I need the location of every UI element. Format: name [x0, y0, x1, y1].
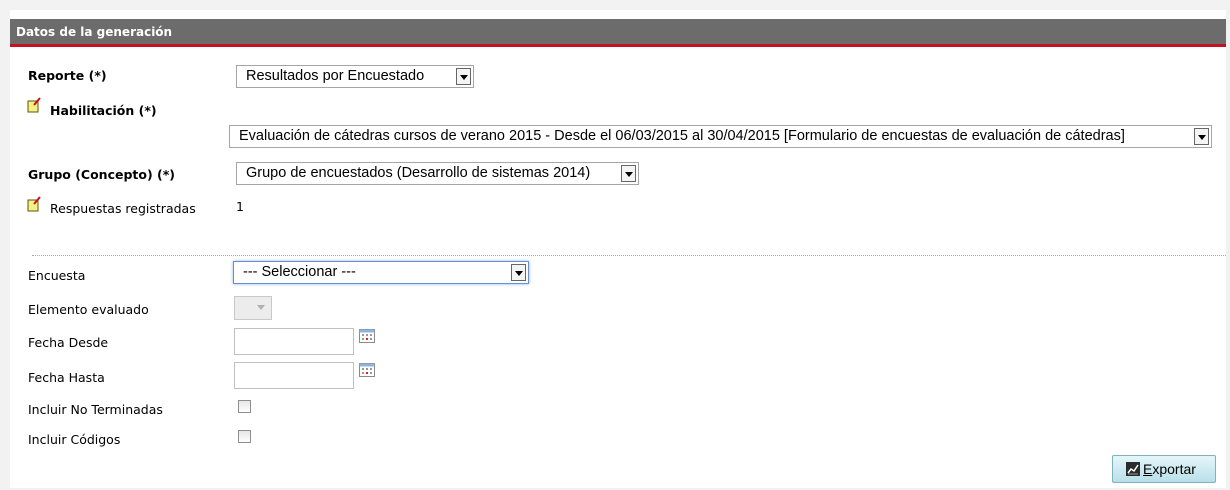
codigos-label: Incluir Códigos — [28, 432, 121, 447]
respuestas-label: Respuestas registradas — [50, 201, 196, 216]
grupo-select[interactable]: Grupo de encuestados (Desarrollo de sist… — [236, 162, 639, 185]
chevron-down-icon[interactable] — [511, 264, 526, 281]
chevron-down-icon[interactable] — [1194, 128, 1209, 145]
elemento-label: Elemento evaluado — [28, 302, 149, 317]
reporte-select[interactable]: Resultados por Encuestado — [236, 65, 474, 88]
grupo-value: Grupo de encuestados (Desarrollo de sist… — [246, 165, 591, 181]
habilitacion-select[interactable]: Evaluación de cátedras cursos de verano … — [229, 125, 1212, 148]
encuesta-label: Encuesta — [28, 268, 86, 283]
divider — [32, 255, 1226, 256]
chevron-down-icon — [254, 299, 269, 316]
no-terminadas-label: Incluir No Terminadas — [28, 402, 163, 417]
section-header: Datos de la generación — [10, 19, 1226, 47]
encuesta-select[interactable]: --- Seleccionar --- — [233, 261, 529, 284]
habilitacion-value: Evaluación de cátedras cursos de verano … — [239, 128, 1125, 144]
fecha-desde-input[interactable] — [234, 328, 354, 355]
reporte-label: Reporte (*) — [28, 68, 107, 83]
chart-icon — [1126, 462, 1140, 476]
habilitacion-label: Habilitación (*) — [50, 103, 157, 118]
section-title: Datos de la generación — [16, 25, 173, 39]
codigos-checkbox[interactable] — [238, 430, 251, 443]
calendar-icon[interactable] — [359, 329, 375, 343]
form-panel: Datos de la generación Reporte (*) Resul… — [10, 10, 1226, 488]
fecha-desde-label: Fecha Desde — [28, 335, 109, 350]
export-label-rest: xportar — [1152, 461, 1196, 477]
fecha-hasta-label: Fecha Hasta — [28, 370, 105, 385]
encuesta-value: --- Seleccionar --- — [243, 264, 356, 280]
export-label: Exportar — [1143, 461, 1196, 477]
note-icon — [27, 196, 41, 212]
chevron-down-icon[interactable] — [621, 165, 636, 182]
reporte-value: Resultados por Encuestado — [246, 68, 425, 84]
no-terminadas-checkbox[interactable] — [238, 400, 251, 413]
export-button[interactable]: Exportar — [1112, 455, 1216, 483]
note-icon — [27, 97, 41, 113]
chevron-down-icon[interactable] — [456, 68, 471, 85]
elemento-select[interactable] — [234, 296, 272, 320]
export-label-accesskey: E — [1143, 461, 1153, 477]
grupo-label: Grupo (Concepto) (*) — [28, 167, 176, 182]
fecha-hasta-input[interactable] — [234, 362, 354, 389]
respuestas-value: 1 — [236, 199, 244, 214]
calendar-icon[interactable] — [359, 363, 375, 377]
